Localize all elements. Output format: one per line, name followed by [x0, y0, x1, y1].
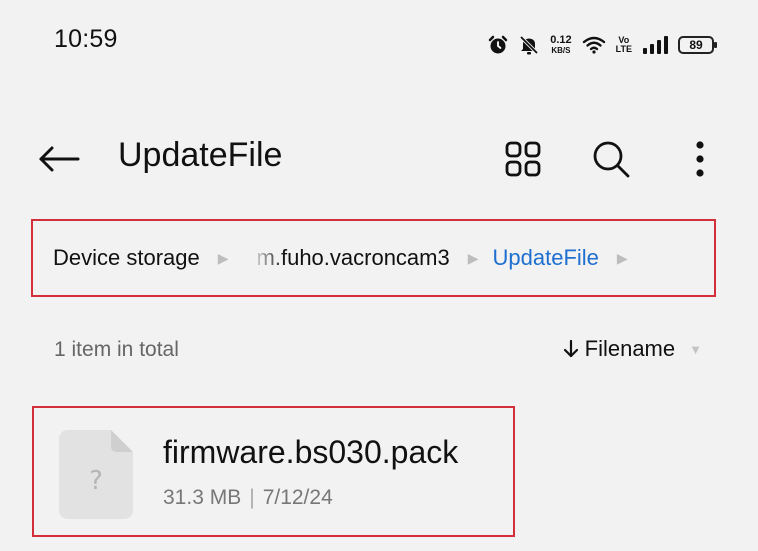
- netspeed-unit: KB/S: [551, 46, 571, 55]
- netspeed-value: 0.12: [550, 34, 572, 46]
- svg-text:?: ?: [89, 466, 103, 496]
- grid-view-icon: [505, 141, 541, 177]
- search-button[interactable]: [588, 138, 634, 180]
- file-date: 7/12/24: [262, 486, 333, 509]
- file-meta: 31.3 MB | 7/12/24: [163, 486, 333, 510]
- sort-down-arrow-icon: [563, 339, 578, 358]
- more-vert-icon: [696, 141, 704, 177]
- mute-icon: [518, 34, 540, 56]
- breadcrumb-fade: [250, 239, 285, 275]
- grid-view-button[interactable]: [500, 138, 546, 180]
- chevron-right-icon: ▶: [467, 249, 479, 266]
- breadcrumb-device-storage[interactable]: Device storage: [53, 245, 200, 271]
- file-manager-screen: 10:59 0.12 KB/S Vo LTE 89 UpdateFile Dev…: [0, 0, 758, 551]
- unknown-file-icon: ?: [59, 430, 133, 519]
- wifi-icon: [582, 35, 606, 55]
- search-icon: [593, 141, 630, 178]
- netspeed-icon: 0.12 KB/S: [550, 34, 572, 56]
- battery-icon: 89: [678, 36, 717, 54]
- file-size: 31.3 MB: [163, 486, 242, 509]
- chevron-right-icon: ▶: [217, 249, 229, 266]
- breadcrumb-app-folder[interactable]: m.fuho.vacroncam3: [250, 239, 450, 275]
- volte-icon: Vo LTE: [616, 36, 632, 54]
- sort-label: Filename: [584, 336, 676, 361]
- breadcrumb-app-folder-label: m.fuho.vacroncam3: [256, 245, 450, 270]
- file-list-item[interactable]: ? firmware.bs030.pack 31.3 MB | 7/12/24: [32, 406, 515, 537]
- meta-separator: |: [249, 486, 255, 509]
- battery-level: 89: [689, 38, 703, 52]
- breadcrumb: Device storage ▶ m.fuho.vacroncam3 ▶ Upd…: [31, 219, 716, 297]
- item-count: 1 item in total: [54, 338, 179, 361]
- breadcrumb-current[interactable]: UpdateFile: [493, 245, 599, 271]
- volte-bottom: LTE: [615, 44, 632, 54]
- signal-icon: [642, 36, 668, 54]
- dropdown-triangle-icon: ▼: [689, 341, 702, 357]
- file-name: firmware.bs030.pack: [163, 434, 459, 470]
- app-bar-actions: [0, 136, 758, 182]
- chevron-right-icon: ▶: [616, 249, 628, 266]
- status-time: 10:59: [54, 25, 118, 53]
- more-options-button[interactable]: [682, 138, 718, 180]
- alarm-icon: [488, 35, 508, 55]
- sort-button[interactable]: Filename ▼: [563, 336, 702, 362]
- status-icons: 0.12 KB/S Vo LTE 89: [488, 30, 717, 60]
